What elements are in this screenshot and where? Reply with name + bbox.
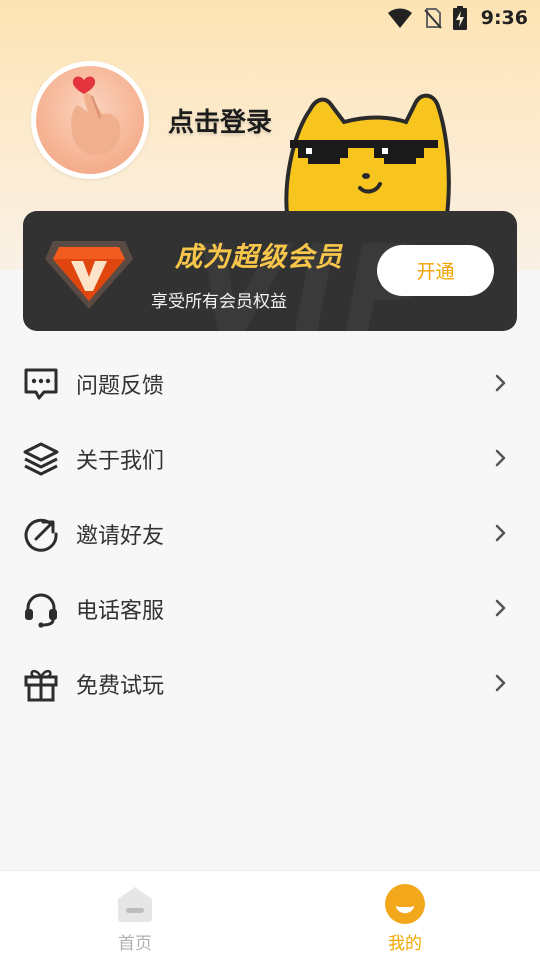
menu-item-about[interactable]: 关于我们 <box>0 421 540 496</box>
vip-card[interactable]: VIP 成为超级会员 享受所有会员权益 开通 <box>23 211 517 331</box>
menu-item-invite[interactable]: 邀请好友 <box>0 496 540 571</box>
menu-item-customer-service[interactable]: 电话客服 <box>0 571 540 646</box>
feedback-icon <box>24 368 58 400</box>
chevron-right-icon <box>495 524 506 542</box>
menu-item-label: 问题反馈 <box>76 373 165 399</box>
diamond-vip-icon <box>45 241 133 309</box>
menu-item-label: 电话客服 <box>76 598 165 624</box>
smile-profile-icon <box>385 884 425 924</box>
chevron-right-icon <box>495 599 506 617</box>
tab-home[interactable]: 首页 <box>0 871 270 960</box>
share-arrow-icon <box>24 518 58 552</box>
avatar[interactable] <box>31 61 149 179</box>
vip-title: 成为超级会员 <box>175 242 343 273</box>
clock: 9:36 <box>480 7 528 29</box>
menu-item-label: 邀请好友 <box>76 523 165 549</box>
chevron-right-icon <box>495 449 506 467</box>
wifi-icon <box>387 8 412 28</box>
settings-menu: 问题反馈 关于我们 邀请好友 电话客服 免费试玩 <box>0 346 540 721</box>
menu-item-label: 关于我们 <box>76 448 165 474</box>
bottom-tab-bar: 首页 我的 <box>0 870 540 960</box>
login-prompt[interactable]: 点击登录 <box>168 102 272 139</box>
layers-icon <box>23 442 59 476</box>
no-sim-icon <box>423 8 442 29</box>
home-icon <box>118 887 152 922</box>
chevron-right-icon <box>495 674 506 692</box>
avatar-image <box>36 66 144 174</box>
vip-open-button[interactable]: 开通 <box>377 245 494 296</box>
battery-charging-icon <box>452 6 467 30</box>
tab-mine[interactable]: 我的 <box>270 871 540 960</box>
status-bar: 9:36 <box>0 0 540 36</box>
headset-icon <box>25 593 57 628</box>
tab-label: 我的 <box>388 934 422 954</box>
tab-label: 首页 <box>118 934 152 954</box>
mascot-cat-sunglasses-icon <box>284 93 451 222</box>
gift-icon <box>24 669 58 702</box>
finger-heart-icon <box>71 76 121 156</box>
vip-subtitle: 享受所有会员权益 <box>151 292 287 312</box>
menu-item-feedback[interactable]: 问题反馈 <box>0 346 540 421</box>
menu-item-free-trial[interactable]: 免费试玩 <box>0 646 540 721</box>
chevron-right-icon <box>495 374 506 392</box>
menu-item-label: 免费试玩 <box>76 673 165 699</box>
